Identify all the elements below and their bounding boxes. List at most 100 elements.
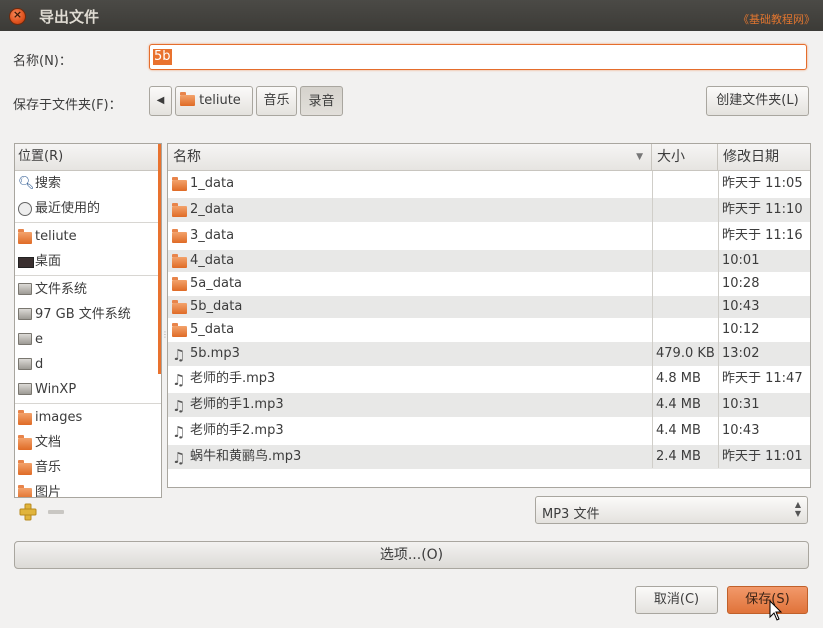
sidebar-item-label: 图片 xyxy=(35,485,62,498)
sidebar-item-winxp[interactable]: WinXP xyxy=(15,377,161,402)
file-modified: 10:01 xyxy=(722,253,760,268)
name-label: 名称(N)： xyxy=(13,54,72,69)
close-button[interactable]: × xyxy=(9,8,26,25)
home-folder-icon xyxy=(180,92,195,106)
file-row[interactable]: 5a_data 10:28 xyxy=(168,273,810,295)
file-list: 名称 ▼ 大小 修改日期 1_data 昨天于 11:05 2_data 昨天于 11… xyxy=(167,143,811,488)
remove-bookmark-icon[interactable] xyxy=(48,510,64,514)
desktop-icon xyxy=(18,257,34,268)
documents-folder-icon xyxy=(18,435,32,450)
sidebar-item-label: 最近使用的 xyxy=(35,201,101,216)
audio-file-icon: ♫ xyxy=(172,397,186,415)
sidebar-item-search[interactable]: 🔍︎ 搜索 xyxy=(15,171,161,196)
clock-icon xyxy=(18,202,32,216)
divider xyxy=(15,403,161,404)
sidebar-item-label: 文档 xyxy=(35,435,62,450)
folder-icon xyxy=(172,202,187,217)
file-size: 4.8 MB xyxy=(656,371,701,386)
column-header-size[interactable]: 大小 xyxy=(652,144,718,171)
drive-icon xyxy=(18,283,32,295)
watermark: 《基础教程网》 xyxy=(738,13,815,26)
home-folder-icon xyxy=(18,229,32,244)
sidebar-item-label: d xyxy=(35,357,44,372)
file-row[interactable]: 5b_data 10:43 xyxy=(168,296,810,318)
path-segment-home[interactable]: teliute xyxy=(175,86,253,116)
audio-file-icon: ♫ xyxy=(172,371,186,389)
title-bar: × 导出文件 《基础教程网》 xyxy=(0,0,823,31)
file-row[interactable]: 1_data 昨天于 11:05 xyxy=(168,172,810,196)
audio-file-icon: ♫ xyxy=(172,449,186,467)
filename-input[interactable]: 5b xyxy=(149,44,807,70)
file-modified: 10:12 xyxy=(722,322,760,337)
sidebar-item-label: images xyxy=(35,410,83,425)
divider xyxy=(15,275,161,276)
file-name: 老师的手2.mp3 xyxy=(190,423,284,438)
sidebar-item-recent[interactable]: 最近使用的 xyxy=(15,196,161,221)
file-row[interactable]: ♫ 老师的手1.mp3 4.4 MB 10:31 xyxy=(168,393,810,417)
divider xyxy=(15,222,161,223)
file-name: 5_data xyxy=(190,322,235,337)
file-row[interactable]: 2_data 昨天于 11:10 xyxy=(168,198,810,222)
file-row[interactable]: ♫ 蜗牛和黄鹂鸟.mp3 2.4 MB 昨天于 11:01 xyxy=(168,445,810,469)
file-name: 5a_data xyxy=(190,276,243,291)
sidebar-item-images[interactable]: images xyxy=(15,405,161,430)
path-segment-music[interactable]: 音乐 xyxy=(256,86,297,116)
file-row[interactable]: 5_data 10:12 xyxy=(168,319,810,341)
sidebar-item-documents[interactable]: 文档 xyxy=(15,430,161,455)
sidebar-item-label: WinXP xyxy=(35,382,77,397)
file-modified: 昨天于 11:10 xyxy=(722,202,803,217)
window-title: 导出文件 xyxy=(39,8,100,26)
music-folder-icon xyxy=(18,460,32,475)
file-row[interactable]: ♫ 老师的手2.mp3 4.4 MB 10:43 xyxy=(168,419,810,443)
file-modified: 昨天于 11:01 xyxy=(722,449,803,464)
folder-icon xyxy=(172,228,187,243)
filename-value[interactable]: 5b xyxy=(153,49,172,65)
sidebar-item-label: 音乐 xyxy=(35,460,62,475)
sidebar-scrollbar[interactable] xyxy=(158,144,161,374)
file-row[interactable]: ♫ 老师的手.mp3 4.8 MB 昨天于 11:47 xyxy=(168,367,810,391)
add-bookmark-icon[interactable] xyxy=(19,503,37,521)
sidebar-item-desktop[interactable]: 桌面 xyxy=(15,249,161,274)
column-header-modified[interactable]: 修改日期 xyxy=(718,144,810,171)
sidebar-item-label: 桌面 xyxy=(35,254,62,269)
sidebar-item-label: 97 GB 文件系统 xyxy=(35,307,131,322)
folder-icon xyxy=(172,299,187,314)
file-name: 3_data xyxy=(190,228,235,243)
cancel-button[interactable]: 取消(C) xyxy=(635,586,718,614)
sidebar-item-pictures[interactable]: 图片 xyxy=(15,480,161,498)
path-segment-recordings[interactable]: 录音 xyxy=(300,86,343,116)
file-name: 蜗牛和黄鹂鸟.mp3 xyxy=(190,449,302,464)
file-modified: 13:02 xyxy=(722,346,760,361)
drive-icon xyxy=(18,308,32,320)
sidebar-item-home[interactable]: teliute xyxy=(15,224,161,249)
file-modified: 昨天于 11:16 xyxy=(722,228,803,243)
file-name: 1_data xyxy=(190,176,235,191)
column-header-name[interactable]: 名称 ▼ xyxy=(168,144,652,171)
path-back-button[interactable]: ◀ xyxy=(149,86,172,116)
file-name: 5b.mp3 xyxy=(190,346,240,361)
path-segment-label: 录音 xyxy=(308,94,335,109)
column-header-label: 大小 xyxy=(657,149,685,165)
file-row[interactable]: 4_data 10:01 xyxy=(168,250,810,272)
options-expander[interactable]: 选项...(O) xyxy=(14,541,809,569)
sidebar-item-music[interactable]: 音乐 xyxy=(15,455,161,480)
mouse-cursor-icon xyxy=(769,600,783,621)
sidebar-item-e[interactable]: e xyxy=(15,327,161,352)
column-divider xyxy=(718,171,719,468)
folder-icon xyxy=(172,322,187,337)
file-type-filter[interactable]: MP3 文件 ▲ ▼ xyxy=(535,496,808,524)
folder-icon xyxy=(18,410,32,425)
sidebar-item-label: teliute xyxy=(35,229,77,244)
drive-icon xyxy=(18,383,32,395)
file-row[interactable]: ♫ 5b.mp3 479.0 KB 13:02 xyxy=(168,342,810,366)
file-modified: 10:28 xyxy=(722,276,760,291)
sidebar-item-filesystem[interactable]: 文件系统 xyxy=(15,277,161,302)
save-button[interactable]: 保存(S) xyxy=(727,586,808,614)
file-row[interactable]: 3_data 昨天于 11:16 xyxy=(168,224,810,248)
file-modified: 10:43 xyxy=(722,423,760,438)
create-folder-button[interactable]: 创建文件夹(L) xyxy=(706,86,809,116)
audio-file-icon: ♫ xyxy=(172,346,186,364)
sidebar-item-d[interactable]: d xyxy=(15,352,161,377)
drive-icon xyxy=(18,358,32,370)
sidebar-item-97gb[interactable]: 97 GB 文件系统 xyxy=(15,302,161,327)
